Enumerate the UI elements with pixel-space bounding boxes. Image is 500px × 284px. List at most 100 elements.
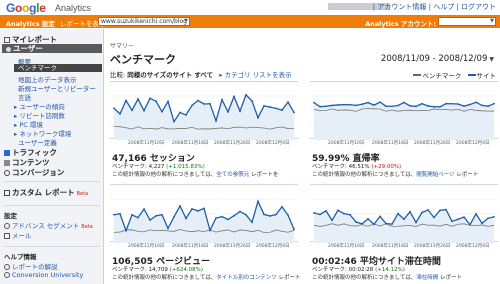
series-site-point[interactable]	[155, 214, 157, 217]
series-site-point[interactable]	[227, 110, 229, 113]
series-site-point[interactable]	[227, 218, 229, 221]
series-site-point[interactable]	[275, 107, 277, 110]
sidebar-item-user-defined[interactable]: ユーザー定義	[18, 137, 57, 147]
series-site-point[interactable]	[481, 222, 483, 225]
series-site-point[interactable]	[185, 114, 187, 116]
series-site-point[interactable]	[179, 111, 181, 114]
series-site-point[interactable]	[337, 104, 339, 106]
series-site-point[interactable]	[349, 213, 351, 216]
series-site-point[interactable]	[125, 99, 127, 102]
series-site-point[interactable]	[355, 221, 357, 223]
series-site-point[interactable]	[173, 120, 175, 123]
series-site-point[interactable]	[191, 104, 193, 107]
series-site-point[interactable]	[331, 104, 333, 107]
series-site-point[interactable]	[221, 215, 223, 218]
series-site-point[interactable]	[319, 105, 321, 108]
series-site-point[interactable]	[239, 110, 241, 113]
series-site-point[interactable]	[487, 217, 489, 220]
series-site-point[interactable]	[313, 212, 315, 214]
report-link[interactable]: 滞在時間	[416, 275, 438, 281]
series-site-point[interactable]	[451, 102, 453, 105]
analytics-settings-link[interactable]: Analytics 設定	[6, 18, 55, 28]
series-site-point[interactable]	[161, 110, 163, 113]
series-site-point[interactable]	[385, 222, 387, 225]
series-site-point[interactable]	[173, 215, 175, 218]
series-site-point[interactable]	[379, 101, 381, 104]
sidebar-help-report-explanation[interactable]: レポートの解説	[4, 261, 58, 271]
sidebar-help-conversion-university[interactable]: Conversion University	[4, 271, 83, 279]
series-site-point[interactable]	[313, 101, 315, 104]
series-site-point[interactable]	[119, 212, 121, 215]
series-site-point[interactable]	[149, 219, 151, 221]
series-site-point[interactable]	[287, 101, 289, 104]
series-site-point[interactable]	[257, 200, 259, 203]
series-site-point[interactable]	[325, 105, 327, 108]
view-category-list-link[interactable]: ▸ カテゴリ リストを表示	[219, 71, 291, 79]
series-site-point[interactable]	[209, 102, 211, 105]
series-site-point[interactable]	[325, 210, 327, 212]
series-site-point[interactable]	[409, 104, 411, 107]
report-link[interactable]: 閲覧開始ページ	[416, 172, 454, 178]
series-site-point[interactable]	[469, 223, 471, 226]
series-site-point[interactable]	[293, 228, 295, 231]
series-site-point[interactable]	[427, 209, 429, 211]
series-site-point[interactable]	[391, 223, 393, 225]
series-site-point[interactable]	[281, 205, 283, 208]
series-site-point[interactable]	[487, 105, 489, 108]
series-site-point[interactable]	[373, 104, 375, 107]
series-site-point[interactable]	[191, 207, 193, 210]
series-site-point[interactable]	[337, 209, 339, 212]
report-profile-select[interactable]: www.suzukikenichi.com/blog ▼	[98, 17, 190, 26]
series-site-point[interactable]	[137, 216, 139, 219]
series-site-point[interactable]	[397, 212, 399, 215]
series-site-point[interactable]	[493, 102, 495, 105]
series-site-point[interactable]	[343, 103, 345, 106]
series-site-point[interactable]	[263, 105, 265, 107]
series-site-point[interactable]	[331, 219, 333, 222]
series-site-point[interactable]	[233, 214, 235, 217]
sidebar-advanced-segment[interactable]: アドバンス セグメント Beta	[4, 220, 93, 230]
series-site-point[interactable]	[349, 103, 351, 106]
series-site-point[interactable]	[361, 223, 363, 225]
sidebar-email[interactable]: メール	[4, 230, 32, 240]
series-site-point[interactable]	[203, 207, 205, 210]
series-site-point[interactable]	[475, 212, 477, 215]
series-site-point[interactable]	[463, 216, 465, 219]
series-site-point[interactable]	[439, 105, 441, 108]
sidebar-item-benchmark[interactable]: ベンチマーク	[14, 64, 102, 72]
series-site-point[interactable]	[445, 208, 447, 211]
breadcrumb[interactable]: サマリー	[110, 41, 134, 50]
series-site-point[interactable]	[185, 217, 187, 220]
series-site-point[interactable]	[263, 213, 265, 216]
sidebar-users[interactable]: ユーザー	[2, 44, 102, 53]
series-site-point[interactable]	[421, 102, 423, 105]
series-site-point[interactable]	[287, 214, 289, 217]
series-site-point[interactable]	[251, 100, 253, 102]
series-site-point[interactable]	[445, 102, 447, 105]
series-site-point[interactable]	[119, 112, 121, 115]
series-site-point[interactable]	[257, 116, 259, 119]
series-site-point[interactable]	[385, 105, 387, 108]
series-site-point[interactable]	[403, 218, 405, 221]
series-site-point[interactable]	[269, 215, 271, 217]
series-site-point[interactable]	[475, 101, 477, 104]
series-site-point[interactable]	[167, 100, 169, 103]
series-site-point[interactable]	[167, 227, 169, 230]
sidebar-conversion[interactable]: コンバージョン	[4, 167, 64, 178]
series-site-point[interactable]	[245, 213, 247, 216]
sidebar-custom-report[interactable]: カスタム レポート Beta	[4, 187, 88, 198]
series-site-point[interactable]	[131, 109, 133, 112]
series-site-point[interactable]	[113, 213, 115, 216]
series-site-point[interactable]	[245, 93, 247, 96]
series-site-point[interactable]	[239, 210, 241, 213]
series-site-point[interactable]	[233, 95, 235, 98]
series-site-point[interactable]	[409, 210, 411, 213]
series-site-point[interactable]	[251, 221, 253, 224]
series-site-point[interactable]	[415, 105, 417, 108]
series-site-point[interactable]	[215, 217, 217, 219]
series-site-point[interactable]	[469, 103, 471, 106]
series-site-point[interactable]	[179, 204, 181, 207]
series-site-point[interactable]	[379, 215, 381, 218]
series-site-point[interactable]	[427, 105, 429, 107]
series-site-point[interactable]	[463, 105, 465, 108]
